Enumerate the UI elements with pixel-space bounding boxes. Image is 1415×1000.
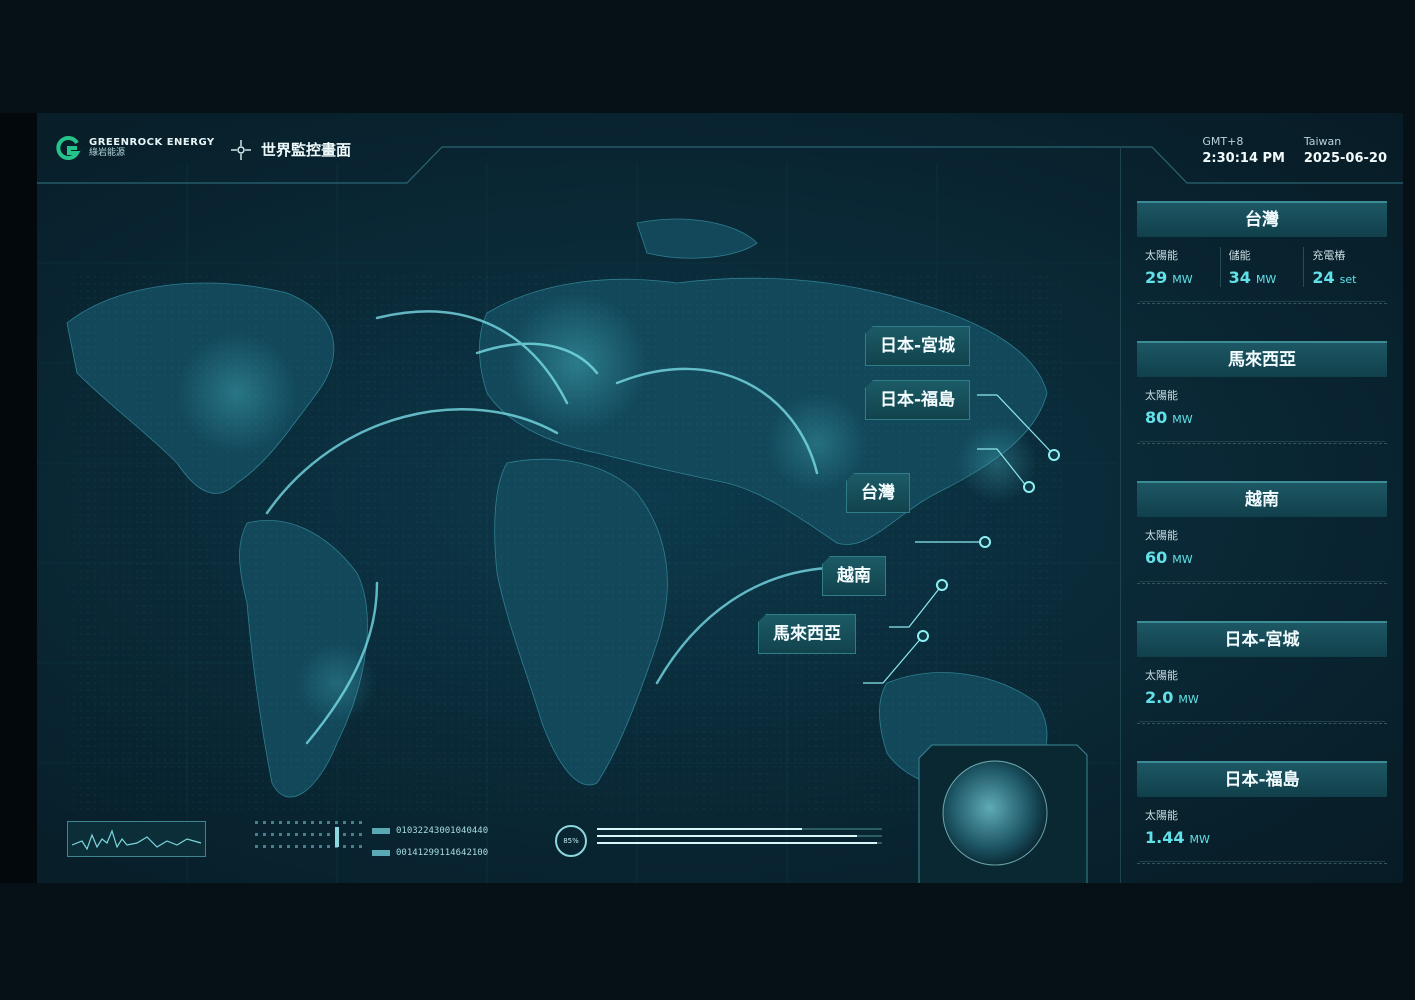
- greenrock-logo-icon: [56, 136, 81, 160]
- code-line-1: 01032243001040440: [396, 826, 489, 836]
- monitor-screen: GREENROCK ENERGY 綠岩能源 世界監控畫面 GMT+8 2:30:…: [37, 113, 1403, 883]
- site-card-japan-fukushima[interactable]: 日本-福島 太陽能 1.44 MW: [1137, 761, 1387, 864]
- metric-label: 太陽能: [1145, 529, 1178, 542]
- metric-solar: 太陽能 29 MW: [1137, 247, 1221, 287]
- metric-label: 太陽能: [1145, 249, 1178, 262]
- metric-unit: MW: [1178, 693, 1199, 706]
- metric-solar: 太陽能 60 MW: [1137, 527, 1387, 567]
- callout-taiwan[interactable]: 台灣: [846, 473, 910, 513]
- metric-unit: MW: [1189, 833, 1210, 846]
- metric-solar: 太陽能 80 MW: [1137, 387, 1387, 427]
- data-grid-graphic: [255, 821, 362, 848]
- site-card-malaysia[interactable]: 馬來西亞 太陽能 80 MW: [1137, 341, 1387, 444]
- site-card-title: 日本-福島: [1137, 761, 1387, 797]
- code-bar-indicator: [372, 849, 390, 856]
- world-map: [37, 163, 1117, 883]
- metric-value: 1.44: [1145, 828, 1185, 847]
- metric-unit: MW: [1172, 553, 1193, 566]
- metric-storage: 儲能 34 MW: [1221, 247, 1305, 287]
- progress-percent: 85%: [563, 837, 579, 845]
- waveform-icon: [67, 821, 206, 857]
- scale-ticks: [1137, 575, 1387, 584]
- callout-malaysia[interactable]: 馬來西亞: [758, 614, 856, 654]
- metric-label: 太陽能: [1145, 809, 1178, 822]
- site-card-title: 台灣: [1137, 201, 1387, 237]
- code-bar-indicator: [372, 827, 390, 834]
- callout-japan-fukushima[interactable]: 日本-福島: [865, 380, 971, 420]
- scale-ticks: [1137, 435, 1387, 444]
- metric-unit: MW: [1172, 413, 1193, 426]
- site-stats-panel: 台灣 太陽能 29 MW 儲能 34 MW 充電樁 24 set 馬來西亞 太陽…: [1120, 147, 1403, 883]
- progress-bars: [597, 828, 882, 844]
- metric-unit: set: [1339, 273, 1357, 286]
- code-line-2: 00141299114642100: [396, 848, 489, 858]
- site-card-title: 越南: [1137, 481, 1387, 517]
- callout-japan-miyagi[interactable]: 日本-宮城: [865, 326, 971, 366]
- metric-label: 儲能: [1228, 249, 1251, 262]
- bottom-hud: 01032243001040440 00141299114642100 85%: [37, 803, 1117, 883]
- page-title-group: 世界監控畫面: [231, 139, 351, 160]
- metric-value: 60: [1145, 548, 1168, 567]
- metric-unit: MW: [1172, 273, 1193, 286]
- progress-ring: 85%: [555, 825, 587, 857]
- scale-ticks: [1137, 295, 1387, 304]
- metric-label: 充電樁: [1312, 249, 1346, 262]
- site-card-title: 馬來西亞: [1137, 341, 1387, 377]
- site-card-japan-miyagi[interactable]: 日本-宮城 太陽能 2.0 MW: [1137, 621, 1387, 724]
- scale-ticks: [1137, 855, 1387, 864]
- crosshair-icon: [231, 139, 251, 160]
- brand-logo[interactable]: GREENROCK ENERGY 綠岩能源: [55, 135, 215, 161]
- callout-vietnam[interactable]: 越南: [822, 556, 886, 596]
- scale-ticks: [1137, 715, 1387, 724]
- metric-unit: MW: [1255, 273, 1277, 286]
- metric-value: 24: [1312, 268, 1335, 287]
- page-title: 世界監控畫面: [261, 141, 352, 159]
- metric-charger: 充電樁 24 set: [1304, 247, 1387, 287]
- metric-value: 34: [1228, 268, 1251, 287]
- left-bezel: [0, 113, 37, 883]
- metric-value: 29: [1145, 268, 1168, 287]
- brand-name-zh: 綠岩能源: [89, 147, 126, 158]
- metric-value: 80: [1145, 408, 1168, 427]
- metric-label: 太陽能: [1145, 669, 1178, 682]
- site-card-title: 日本-宮城: [1137, 621, 1387, 657]
- code-readout: 01032243001040440 00141299114642100: [372, 820, 488, 864]
- metric-solar: 太陽能 2.0 MW: [1137, 667, 1387, 707]
- metric-value: 2.0: [1145, 688, 1174, 707]
- metric-solar: 太陽能 1.44 MW: [1137, 807, 1387, 847]
- site-card-vietnam[interactable]: 越南 太陽能 60 MW: [1137, 481, 1387, 584]
- metric-label: 太陽能: [1145, 389, 1178, 402]
- brand-name-en: GREENROCK ENERGY: [89, 137, 215, 149]
- site-card-taiwan[interactable]: 台灣 太陽能 29 MW 儲能 34 MW 充電樁 24 set: [1137, 201, 1387, 304]
